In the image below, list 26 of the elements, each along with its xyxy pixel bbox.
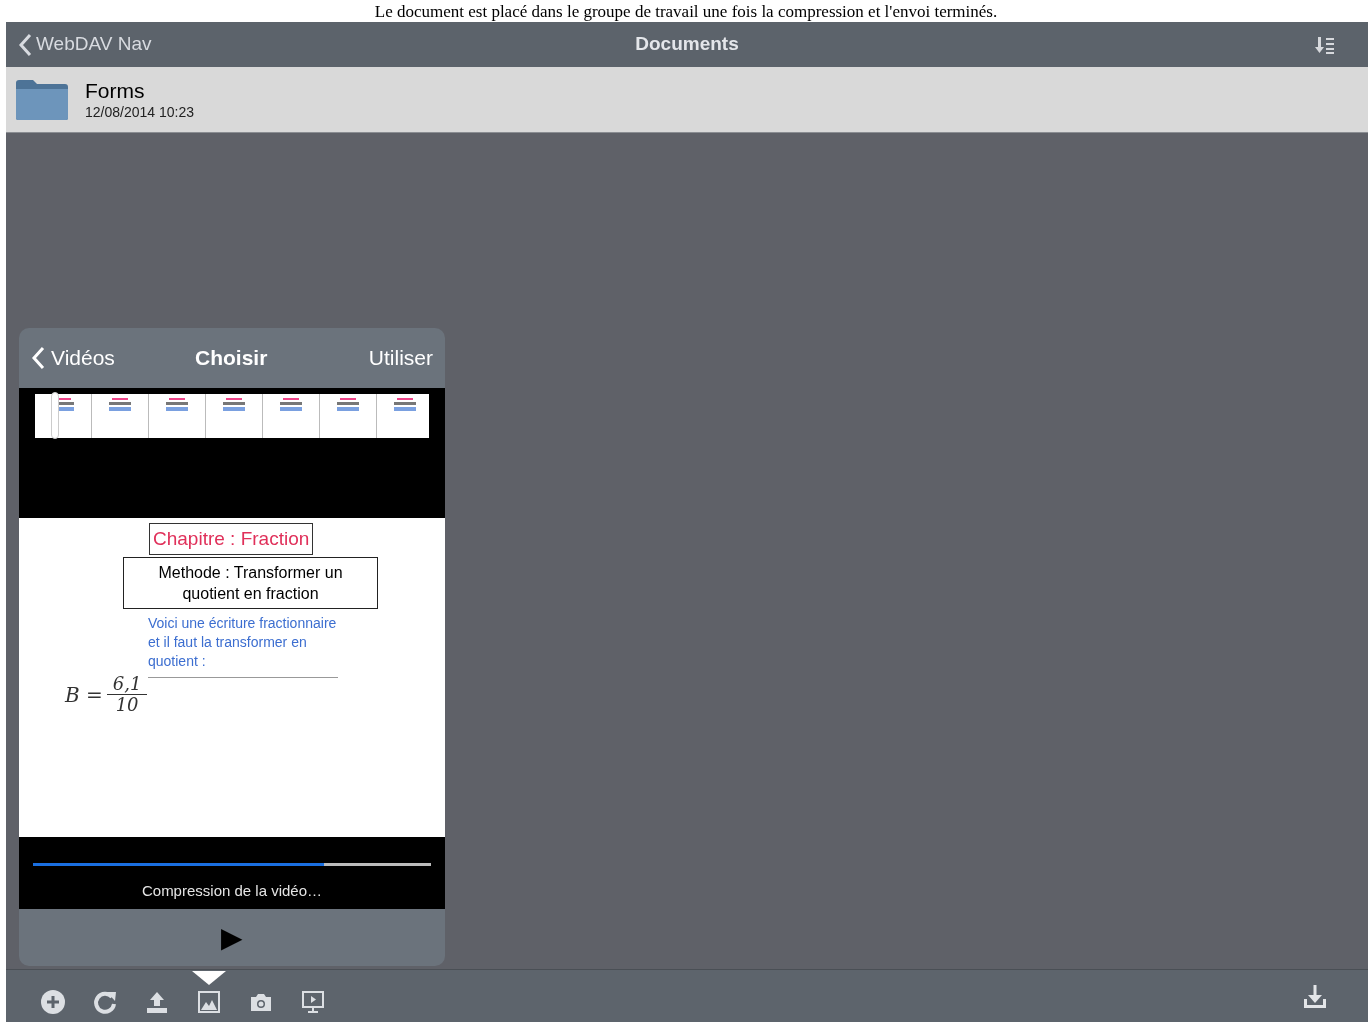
use-button[interactable]: Utiliser <box>368 342 433 374</box>
play-button[interactable]: ▶ <box>221 923 243 952</box>
image-icon <box>196 989 222 1015</box>
formula-lhs: B = <box>65 681 103 709</box>
scrubber-handle[interactable] <box>51 392 59 439</box>
denominator: 10 <box>115 695 139 715</box>
refresh-icon <box>92 989 118 1015</box>
progress-label: Compression de la vidéo… <box>141 881 323 901</box>
numerator: 6,1 <box>106 674 148 695</box>
method-text: Methode : Transformer un quotient en fraction <box>123 557 378 609</box>
slide-text: Voici une écriture fractionnaire et il faut la transformer en quotient : <box>148 614 338 678</box>
chevron-left-icon <box>31 346 45 370</box>
slide-title: Chapitre : Fraction <box>149 523 314 555</box>
caption-text: Le document est placé dans le groupe de travail une fois la compression et l'envoi terminés. <box>374 2 998 20</box>
monitor-play-icon <box>300 989 326 1015</box>
popover-title: Choisir <box>195 345 268 372</box>
back-button[interactable]: WebDAV Nav <box>18 30 152 59</box>
download-icon[interactable] <box>1302 983 1328 1009</box>
add-icon <box>40 989 66 1015</box>
back-button[interactable]: Vidéos <box>31 342 115 374</box>
chevron-left-icon <box>18 32 32 57</box>
file-date: 12/08/2014 10:23 <box>85 102 194 121</box>
folder-icon <box>15 78 69 121</box>
file-name: Forms <box>85 78 146 103</box>
file-row[interactable]: Forms 12/08/2014 10:23 <box>6 67 1368 133</box>
nav-title: Documents <box>635 32 739 57</box>
